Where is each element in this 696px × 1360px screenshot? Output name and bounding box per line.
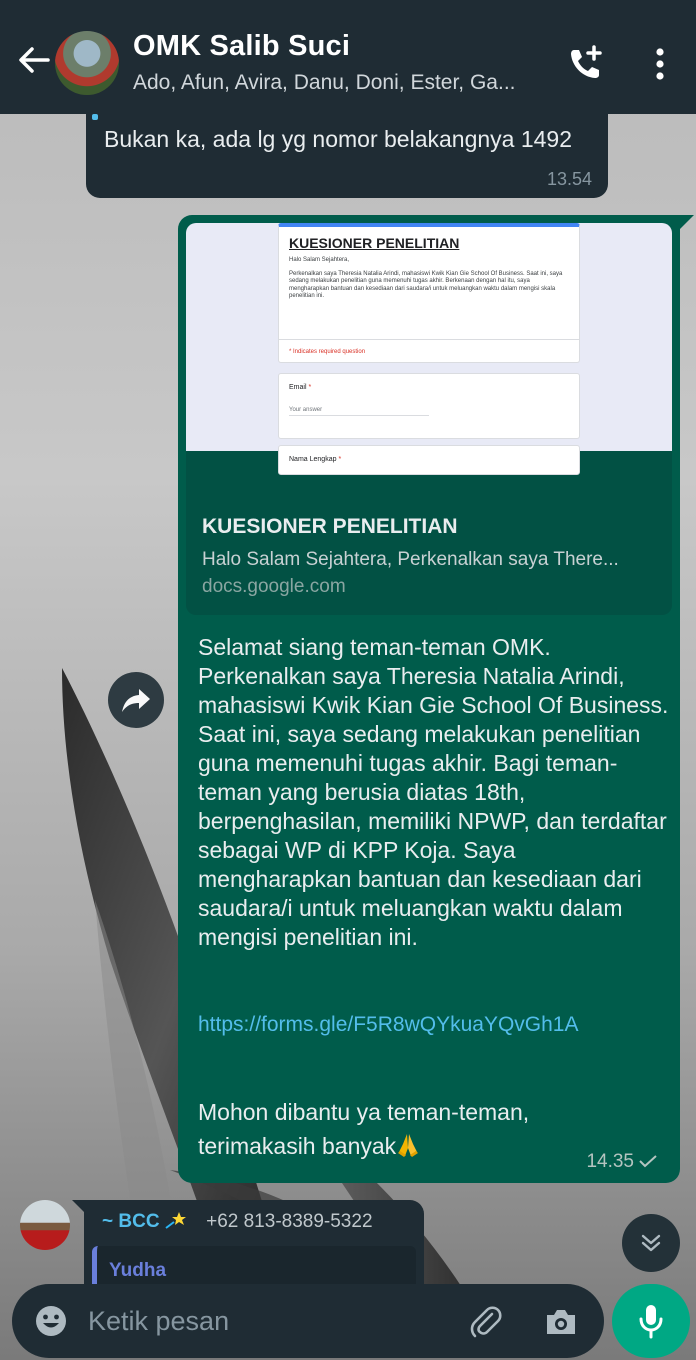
message-input[interactable]	[88, 1300, 448, 1342]
arrow-left-icon[interactable]	[14, 40, 54, 80]
required-star: *	[338, 456, 342, 463]
form-title: KUESIONER PENELITIAN	[289, 235, 460, 251]
shooting-star-emoji-icon	[165, 1212, 186, 1229]
message-incoming[interactable]: ~ BCC +62 813-8389-5322 Yudha	[72, 1200, 424, 1296]
group-avatar[interactable]	[55, 31, 119, 95]
message-outgoing[interactable]: KUESIONER PENELITIAN Halo Salam Sejahter…	[178, 215, 694, 1183]
chat-title: OMK Salib Suci	[133, 30, 351, 62]
message-time: 13.54	[546, 169, 592, 189]
quoted-sender-name: Yudha	[109, 1260, 167, 1281]
reply-indicator	[92, 114, 98, 120]
sender-phone: +62 813-8389-5322	[206, 1211, 373, 1232]
message-incoming[interactable]: Bukan ka, ada lg yg nomor belakangnya 14…	[86, 108, 608, 198]
sender-line: ~ BCC +62 813-8389-5322	[102, 1210, 406, 1233]
sender-name[interactable]: ~ BCC	[102, 1211, 160, 1232]
message-text: Selamat siang teman-teman OMK. Perkenalk…	[198, 634, 669, 950]
scroll-down-button[interactable]	[622, 1214, 680, 1272]
forward-button[interactable]	[108, 672, 164, 728]
bubble-tail	[680, 215, 694, 229]
chevron-double-down-icon	[641, 1234, 661, 1252]
message-closing: Mohon dibantu ya teman-teman, terimakasi…	[198, 1095, 598, 1163]
emoji-icon[interactable]	[34, 1304, 68, 1338]
form-name-label: Nama Lengkap *	[289, 456, 569, 463]
form-email-card: Email * Your answer	[278, 373, 580, 439]
form-required-note: * Indicates required question	[289, 349, 366, 355]
form-name-card: Nama Lengkap *	[278, 445, 580, 475]
link-preview-domain: docs.google.com	[202, 576, 346, 597]
form-email-label: Email *	[289, 384, 569, 391]
sender-avatar[interactable]	[20, 1200, 70, 1250]
message-closing-text: Mohon dibantu ya teman-teman, terimakasi…	[198, 1099, 530, 1159]
bubble-tail	[72, 1200, 84, 1212]
divider	[279, 339, 579, 340]
message-time: 14.35	[586, 1151, 634, 1172]
chat-members: Ado, Afun, Avira, Danu, Doni, Ester, Ga.…	[133, 71, 516, 94]
camera-icon[interactable]	[544, 1306, 578, 1338]
form-email-label-text: Email	[289, 384, 307, 391]
message-meta: 14.35	[586, 1151, 658, 1173]
link-preview-description: Halo Salam Sejahtera, Perkenalkan saya T…	[202, 549, 619, 570]
form-screenshot: KUESIONER PENELITIAN Halo Salam Sejahter…	[278, 223, 580, 475]
form-greeting: Halo Salam Sejahtera,	[289, 257, 350, 263]
folded-hands-emoji-icon	[398, 1134, 419, 1157]
link-preview-card[interactable]: KUESIONER PENELITIAN Halo Salam Sejahter…	[186, 223, 672, 615]
paperclip-icon[interactable]	[468, 1304, 504, 1340]
required-star: *	[308, 384, 312, 391]
voice-message-button[interactable]	[612, 1284, 690, 1358]
link-preview-image: KUESIONER PENELITIAN Halo Salam Sejahter…	[186, 223, 672, 475]
form-intro: Perkenalkan saya Theresia Natalia Arindi…	[289, 270, 563, 300]
message-text: Bukan ka, ada lg yg nomor belakangnya 14…	[104, 126, 572, 152]
form-name-label-text: Nama Lengkap	[289, 456, 337, 463]
form-answer-placeholder: Your answer	[289, 407, 429, 416]
form-header-card: KUESIONER PENELITIAN Halo Salam Sejahter…	[278, 223, 580, 363]
link-preview-title: KUESIONER PENELITIAN	[202, 515, 458, 538]
chat-title-block[interactable]: OMK Salib Suci Ado, Afun, Avira, Danu, D…	[133, 30, 553, 95]
message-link[interactable]: https://forms.gle/F5R8wQYkuaYQvGh1A	[198, 1013, 578, 1037]
message-composer	[12, 1284, 604, 1358]
chat-header: OMK Salib Suci Ado, Afun, Avira, Danu, D…	[0, 0, 696, 114]
add-call-icon[interactable]	[566, 44, 606, 84]
check-icon	[639, 1155, 657, 1168]
more-vertical-icon[interactable]	[648, 44, 672, 84]
forward-icon	[122, 689, 150, 712]
microphone-icon	[639, 1305, 663, 1339]
